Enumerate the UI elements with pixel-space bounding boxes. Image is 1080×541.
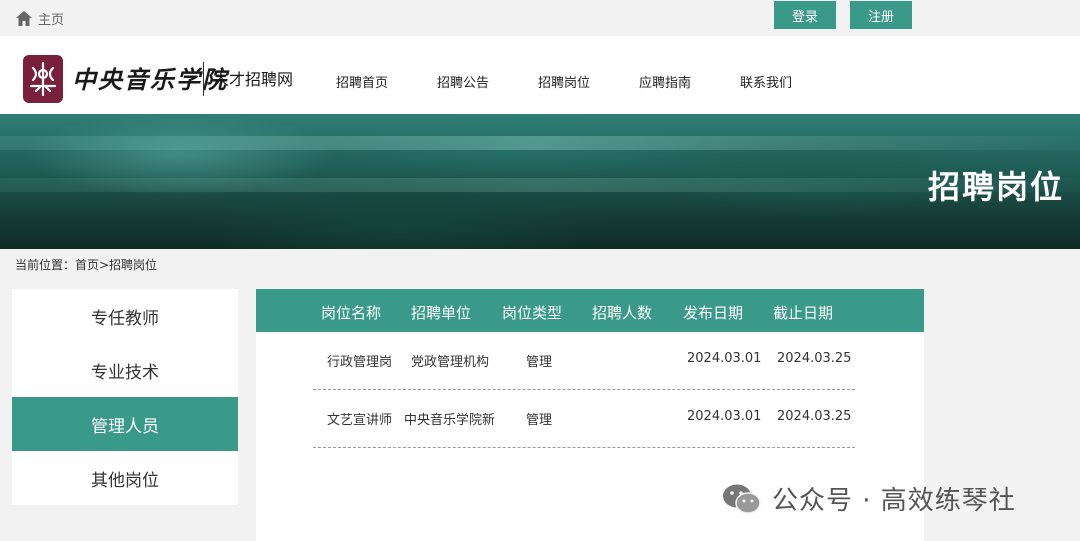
column-header-publish-date: 发布日期 (683, 304, 744, 322)
cell-publish-date: 2024.03.01 (687, 351, 762, 366)
column-header-headcount: 招聘人数 (592, 304, 653, 322)
home-link[interactable]: 主页 (16, 9, 64, 28)
register-button[interactable]: 注册 (850, 1, 912, 29)
sidebar-item-management-staff[interactable]: 管理人员 (12, 397, 238, 451)
home-icon (16, 11, 32, 26)
column-header-deadline: 截止日期 (773, 304, 834, 322)
banner-decoration (0, 136, 1080, 150)
top-bar: 主页 登录 注册 (0, 0, 1080, 36)
column-header-position-name: 岗位名称 (321, 304, 382, 322)
nav-item-contact[interactable]: 联系我们 (740, 72, 792, 91)
table-row[interactable]: 文艺宣讲师 中央音乐学院新 管理 2024.03.01 2024.03.25 (313, 390, 855, 448)
login-button[interactable]: 登录 (774, 1, 836, 29)
wechat-icon (723, 484, 761, 514)
nav-item-guide[interactable]: 应聘指南 (639, 72, 691, 91)
banner-title: 招聘岗位 (927, 168, 1064, 206)
cell-deadline: 2024.03.25 (777, 409, 852, 424)
cell-position-name[interactable]: 行政管理岗 (327, 351, 392, 370)
column-header-position-type: 岗位类型 (502, 304, 563, 322)
category-sidebar: 专任教师 专业技术 管理人员 其他岗位 (12, 289, 238, 505)
logo-subtitle: 人才招聘网 (213, 70, 294, 89)
sidebar-item-professional-technical[interactable]: 专业技术 (12, 343, 238, 397)
nav-item-notices[interactable]: 招聘公告 (437, 72, 489, 91)
cell-publish-date: 2024.03.01 (687, 409, 762, 424)
cell-employer: 党政管理机构 (411, 355, 490, 370)
nav-item-positions[interactable]: 招聘岗位 (538, 72, 590, 91)
cell-employer: 中央音乐学院新 (404, 413, 496, 428)
page-banner: 招聘岗位 (0, 114, 1080, 249)
sidebar-item-full-time-teachers[interactable]: 专任教师 (12, 289, 238, 343)
column-header-employer: 招聘单位 (411, 304, 472, 322)
cell-position-type: 管理 (526, 413, 553, 428)
breadcrumb: 当前位置：首页>招聘岗位 (15, 258, 158, 272)
logo-divider (203, 62, 204, 96)
cell-position-name[interactable]: 文艺宣讲师 (327, 409, 392, 428)
sidebar-item-other-positions[interactable]: 其他岗位 (12, 451, 238, 505)
logo-seal-icon[interactable] (23, 55, 63, 103)
site-header: 中央音乐学院 人才招聘网 招聘首页 招聘公告 招聘岗位 应聘指南 联系我们 (0, 36, 1080, 114)
watermark-text: 公众号 · 高效练琴社 (772, 486, 1016, 516)
nav-item-home[interactable]: 招聘首页 (336, 72, 388, 91)
table-header: 岗位名称 招聘单位 岗位类型 招聘人数 发布日期 截止日期 (256, 289, 924, 332)
logo-name: 中央音乐学院 (72, 65, 228, 94)
banner-decoration (0, 178, 1080, 192)
cell-deadline: 2024.03.25 (777, 351, 852, 366)
table-row[interactable]: 行政管理岗 党政管理机构 管理 2024.03.01 2024.03.25 (313, 332, 855, 390)
cell-position-type: 管理 (526, 355, 553, 370)
home-label: 主页 (38, 13, 65, 28)
wechat-watermark: 公众号 · 高效练琴社 (722, 480, 1016, 517)
